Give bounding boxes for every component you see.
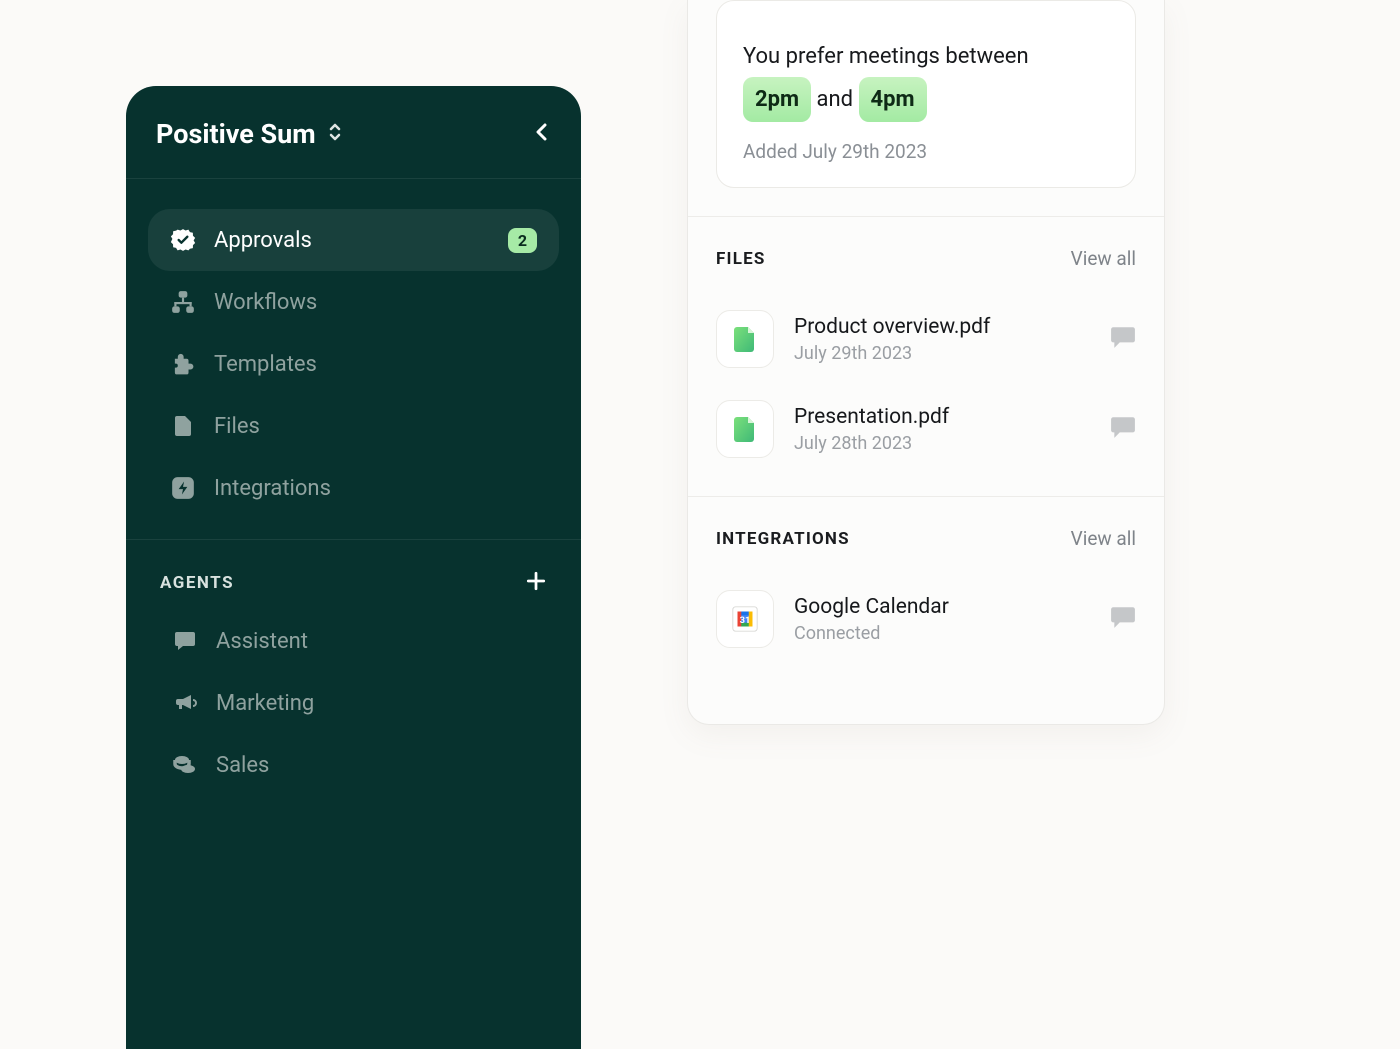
- chat-bubble-icon: [1110, 415, 1136, 439]
- file-row-body: Product overview.pdf July 29th 2023: [794, 315, 1090, 364]
- agents-section: AGENTS Assistent: [126, 540, 581, 806]
- file-row-icon: [716, 400, 774, 458]
- puzzle-icon: [170, 351, 196, 377]
- preference-prefix: You prefer meetings between: [743, 44, 1029, 69]
- svg-text:31: 31: [740, 615, 751, 626]
- chat-icon: [172, 628, 198, 654]
- integration-name: Google Calendar: [794, 595, 1090, 619]
- file-row[interactable]: Presentation.pdf July 28th 2023: [716, 384, 1136, 474]
- file-date: July 28th 2023: [794, 433, 1090, 454]
- agent-item-sales[interactable]: Sales: [156, 734, 551, 796]
- back-button[interactable]: [533, 123, 551, 145]
- nav-item-files[interactable]: Files: [148, 395, 559, 457]
- document-icon: [733, 415, 757, 443]
- files-section-title: FILES: [716, 249, 766, 269]
- nav-item-label: Workflows: [214, 290, 537, 315]
- file-row[interactable]: Product overview.pdf July 29th 2023: [716, 294, 1136, 384]
- file-date: July 29th 2023: [794, 343, 1090, 364]
- megaphone-icon: [172, 690, 198, 716]
- integration-row[interactable]: 31 Google Calendar Connected: [716, 574, 1136, 664]
- workflow-icon: [170, 289, 196, 315]
- nav-item-badge: 2: [508, 228, 537, 253]
- nav-item-integrations[interactable]: Integrations: [148, 457, 559, 519]
- agent-item-assistant[interactable]: Assistent: [156, 610, 551, 672]
- time-pill-a: 2pm: [743, 77, 811, 123]
- workspace-switcher[interactable]: Positive Sum: [156, 118, 344, 150]
- chat-bubble-icon: [1110, 325, 1136, 349]
- files-view-all-link[interactable]: View all: [1071, 247, 1136, 270]
- preference-card: You prefer meetings between 2pm and 4pm …: [716, 0, 1136, 188]
- nav-item-approvals[interactable]: Approvals 2: [148, 209, 559, 271]
- nav-item-label: Approvals: [214, 228, 490, 253]
- preference-added: Added July 29th 2023: [743, 140, 1109, 163]
- file-row-icon: [716, 310, 774, 368]
- integration-comment-button[interactable]: [1110, 605, 1136, 633]
- integrations-section-title: INTEGRATIONS: [716, 529, 850, 549]
- nav-item-workflows[interactable]: Workflows: [148, 271, 559, 333]
- google-calendar-icon: 31: [730, 604, 760, 634]
- integration-row-body: Google Calendar Connected: [794, 595, 1090, 644]
- nav-item-label: Templates: [214, 352, 537, 377]
- approval-badge-icon: [170, 227, 196, 253]
- sidebar-nav: Approvals 2 Workflows: [126, 179, 581, 540]
- sidebar-header: Positive Sum: [126, 86, 581, 179]
- agent-item-label: Sales: [216, 753, 269, 778]
- chat-bubble-icon: [1110, 605, 1136, 629]
- workspace-title: Positive Sum: [156, 118, 316, 150]
- bolt-square-icon: [170, 475, 196, 501]
- file-name: Presentation.pdf: [794, 405, 1090, 429]
- nav-item-label: Integrations: [214, 476, 537, 501]
- file-row-body: Presentation.pdf July 28th 2023: [794, 405, 1090, 454]
- file-comment-button[interactable]: [1110, 325, 1136, 353]
- detail-panel: You prefer meetings between 2pm and 4pm …: [687, 0, 1165, 725]
- document-icon: [733, 325, 757, 353]
- chevron-up-down-icon: [326, 121, 344, 147]
- agent-item-marketing[interactable]: Marketing: [156, 672, 551, 734]
- files-section-header: FILES View all: [716, 247, 1136, 270]
- agent-item-label: Assistent: [216, 629, 308, 654]
- agents-section-title: AGENTS: [160, 573, 234, 593]
- add-agent-button[interactable]: [525, 570, 547, 596]
- file-icon: [170, 413, 196, 439]
- files-section: FILES View all Product overview.pdf July…: [688, 216, 1164, 496]
- preference-joiner: and: [817, 87, 854, 112]
- file-comment-button[interactable]: [1110, 415, 1136, 443]
- sidebar: Positive Sum Approvals 2: [126, 86, 581, 1049]
- agent-item-label: Marketing: [216, 691, 314, 716]
- nav-item-label: Files: [214, 414, 537, 439]
- file-name: Product overview.pdf: [794, 315, 1090, 339]
- agents-section-header: AGENTS: [156, 570, 551, 596]
- integration-row-icon: 31: [716, 590, 774, 648]
- integrations-section: INTEGRATIONS View all 31 Google Calendar…: [688, 496, 1164, 724]
- integrations-section-header: INTEGRATIONS View all: [716, 527, 1136, 550]
- integration-status: Connected: [794, 623, 1090, 644]
- time-pill-b: 4pm: [859, 77, 927, 123]
- nav-item-templates[interactable]: Templates: [148, 333, 559, 395]
- coins-icon: [172, 752, 198, 778]
- integrations-view-all-link[interactable]: View all: [1071, 527, 1136, 550]
- preference-text: You prefer meetings between 2pm and 4pm: [743, 37, 1109, 122]
